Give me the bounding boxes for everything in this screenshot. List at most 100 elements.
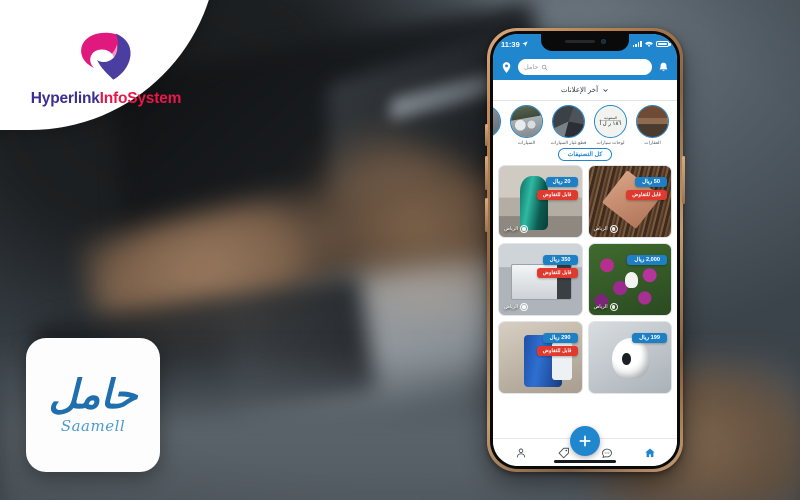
city-name: الرياض <box>504 304 519 310</box>
product-grid[interactable]: 50 ريال قابل للتفاوض الرياض 20 ريال قابل… <box>493 165 677 438</box>
category-thumbnail <box>510 105 543 138</box>
phone-mockup: 11:39 حامل آخر الإعلانات العقارات السعود… <box>485 28 685 472</box>
hyperlink-infosystem-logo-icon <box>81 32 131 80</box>
city-name: الرياض <box>504 226 519 232</box>
phone-volume-down-button[interactable] <box>485 198 488 232</box>
product-card[interactable]: 20 ريال قابل للتفاوض الرياض <box>498 165 583 239</box>
chat-icon[interactable] <box>601 447 613 459</box>
product-badges: 2,000 ريال <box>593 248 667 266</box>
category-label: السيارات <box>517 140 536 145</box>
plate-number: ١٨٦ ر ل أ <box>599 121 622 128</box>
company-name: HyperlinkInfoSystem <box>30 90 182 108</box>
product-card[interactable]: 350 ريال قابل للتفاوض الرياض <box>498 243 583 317</box>
phone-power-button[interactable] <box>682 156 685 204</box>
status-bar-time: 11:39 <box>501 39 520 49</box>
product-badges: 350 ريال قابل للتفاوض <box>503 248 578 279</box>
product-badges: 20 ريال قابل للتفاوض <box>503 170 578 201</box>
location-pin-icon[interactable] <box>500 61 513 74</box>
city-seal-icon <box>520 225 529 234</box>
earpiece-speaker-icon <box>564 39 595 43</box>
all-categories-row: كل التصنيفات <box>493 147 677 166</box>
product-card[interactable]: 50 ريال قابل للتفاوض الرياض <box>587 165 672 239</box>
city-name: الرياض <box>593 226 608 232</box>
bell-icon[interactable] <box>657 61 670 74</box>
wifi-icon <box>645 41 653 47</box>
chevron-down-icon <box>603 88 608 92</box>
search-placeholder-text: حامل <box>524 64 539 71</box>
app-header: حامل <box>493 54 677 80</box>
category-label: قطع غيار السيارات <box>550 140 587 145</box>
price-badge: 2,000 ريال <box>627 255 667 266</box>
product-city: الرياض <box>593 225 618 234</box>
phone-volume-up-button[interactable] <box>485 156 488 190</box>
category-image: السعودية ١٨٦ ر ل أ <box>595 106 626 137</box>
product-card[interactable]: 2,000 ريال الرياض <box>587 243 672 317</box>
product-badges: 199 ريال <box>593 326 667 344</box>
negotiable-badge: قابل للتفاوض <box>536 268 578 279</box>
category-item-partial[interactable] <box>493 105 503 138</box>
price-badge: 290 ريال <box>542 333 578 344</box>
category-image <box>511 106 542 137</box>
category-item[interactable]: قطع غيار السيارات <box>550 105 587 145</box>
person-icon[interactable] <box>515 447 527 459</box>
product-city: الرياض <box>504 225 529 234</box>
category-carousel[interactable]: العقارات السعودية ١٨٦ ر ل أ لوحات سيارات… <box>493 101 677 148</box>
home-icon[interactable] <box>644 447 656 459</box>
category-image <box>637 106 668 137</box>
location-arrow-icon <box>522 41 528 47</box>
app-wordmark-latin: Saamell <box>60 417 126 435</box>
product-card[interactable]: 290 ريال قابل للتفاوض <box>498 321 583 395</box>
category-label: لوحات سيارات <box>596 140 625 145</box>
category-image <box>553 106 584 137</box>
category-item[interactable]: السعودية ١٨٦ ر ل أ لوحات سيارات <box>592 105 629 145</box>
category-thumbnail <box>636 105 669 138</box>
phone-mute-switch[interactable] <box>485 124 488 146</box>
sort-label: آخر الإعلانات <box>560 87 599 94</box>
phone-notch <box>541 34 629 51</box>
category-thumbnail: السعودية ١٨٦ ر ل أ <box>594 105 627 138</box>
battery-full-icon <box>656 40 671 48</box>
negotiable-badge: قابل للتفاوض <box>626 190 667 201</box>
add-listing-button[interactable] <box>570 426 600 456</box>
product-city: الرياض <box>593 303 618 312</box>
category-image <box>493 106 500 137</box>
all-categories-button[interactable]: كل التصنيفات <box>557 148 613 162</box>
company-name-part1: Hyperlink <box>30 90 100 107</box>
city-name: الرياض <box>593 304 608 310</box>
home-indicator <box>554 460 616 463</box>
search-input[interactable]: حامل <box>518 59 652 75</box>
product-city: الرياض <box>504 303 529 312</box>
status-bar-left: 11:39 <box>501 40 528 49</box>
add-icon <box>579 435 591 447</box>
city-seal-icon <box>609 303 618 312</box>
category-thumbnail <box>493 105 501 138</box>
product-badges: 50 ريال قابل للتفاوض <box>593 170 667 201</box>
phone-screen: 11:39 حامل آخر الإعلانات العقارات السعود… <box>493 34 677 466</box>
app-icon-card: حامل Saamell <box>26 338 160 472</box>
status-bar-right <box>632 40 671 48</box>
plate-country: السعودية <box>604 115 617 120</box>
price-badge: 350 ريال <box>542 255 578 266</box>
tag-icon[interactable] <box>558 447 570 459</box>
search-icon[interactable] <box>541 64 548 71</box>
phone-bezel: 11:39 حامل آخر الإعلانات العقارات السعود… <box>490 31 680 469</box>
cellular-signal-icon <box>632 41 642 47</box>
price-badge: 199 ريال <box>632 333 667 344</box>
city-seal-icon <box>520 303 529 312</box>
product-card[interactable]: 199 ريال <box>587 321 672 395</box>
price-badge: 50 ريال <box>635 177 667 188</box>
category-item[interactable]: العقارات <box>634 105 671 145</box>
category-thumbnail <box>552 105 585 138</box>
category-item[interactable]: السيارات <box>508 105 545 145</box>
negotiable-badge: قابل للتفاوض <box>536 190 578 201</box>
app-wordmark-arabic: حامل <box>48 371 138 418</box>
category-label: العقارات <box>644 140 661 145</box>
sort-dropdown[interactable]: آخر الإعلانات <box>493 80 677 101</box>
front-camera-icon <box>600 38 606 44</box>
city-seal-icon <box>609 225 618 234</box>
company-name-part2: InfoSystem <box>99 90 182 107</box>
product-badges: 290 ريال قابل للتفاوض <box>503 326 578 357</box>
bottom-navigation-bar[interactable] <box>493 426 677 466</box>
price-badge: 20 ريال <box>545 177 578 188</box>
negotiable-badge: قابل للتفاوض <box>536 346 578 357</box>
